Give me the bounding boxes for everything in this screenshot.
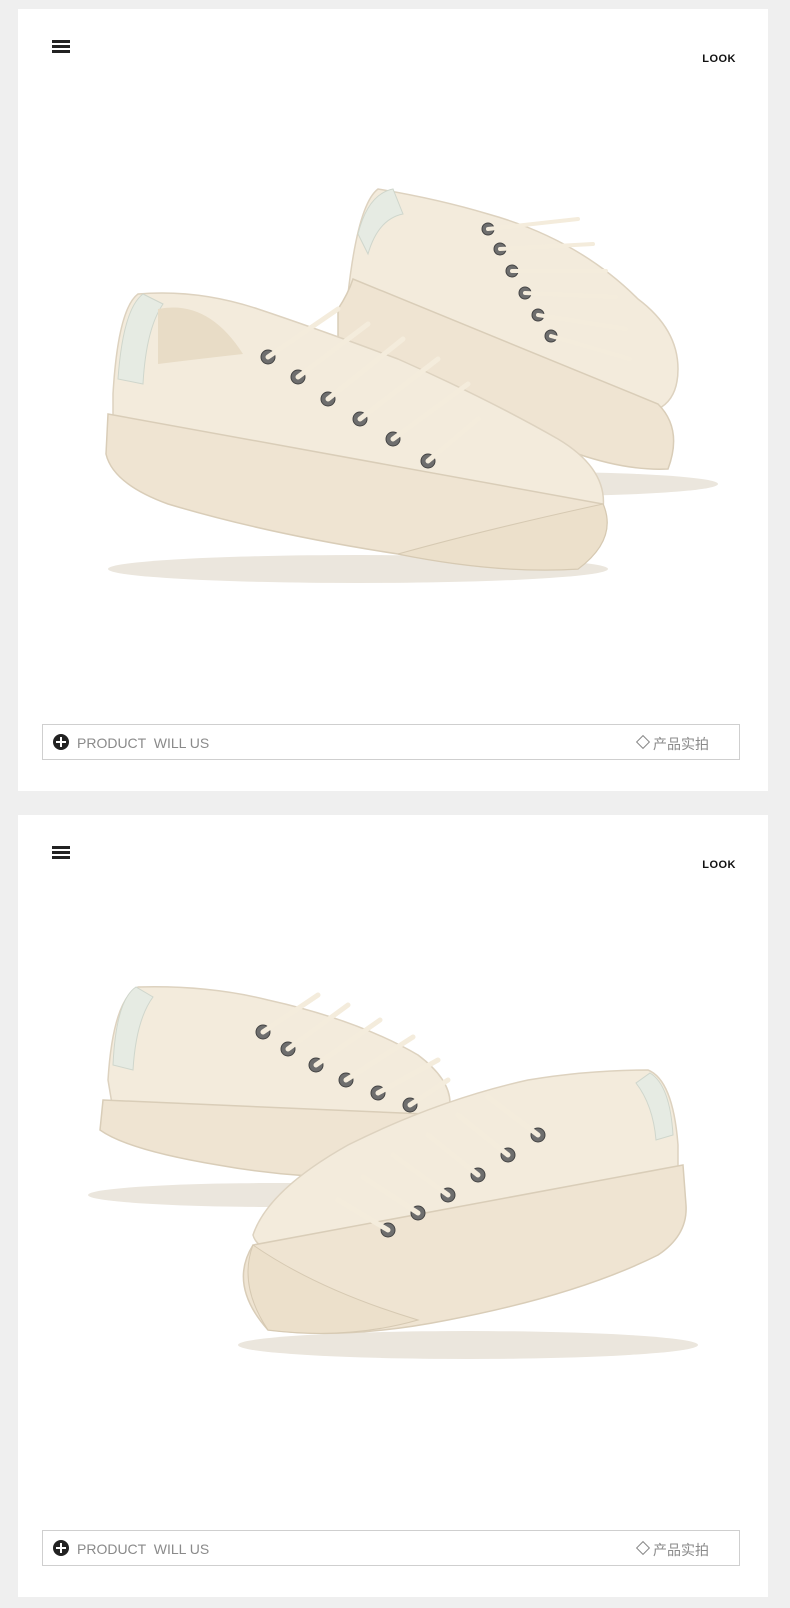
diamond-outline-icon (635, 1540, 651, 1556)
plus-circle-icon[interactable] (53, 1540, 69, 1556)
product-photo (18, 815, 768, 1505)
diamond-outline-icon (635, 734, 651, 750)
plus-circle-icon[interactable] (53, 734, 69, 750)
product-card-1: LOOK PRODUCT WILL US 产品实拍 (18, 9, 768, 791)
product-photo (18, 9, 768, 699)
product-footer-bar: PRODUCT WILL US 产品实拍 (42, 1530, 740, 1566)
product-footer-bar: PRODUCT WILL US 产品实拍 (42, 724, 740, 760)
product-photo-label: 产品实拍 (653, 736, 709, 752)
product-will-us-label: PRODUCT WILL US (77, 1541, 210, 1557)
product-will-us-label: PRODUCT WILL US (77, 735, 210, 751)
product-card-2: LOOK PRODUCT WILL US 产品实拍 (18, 815, 768, 1597)
product-photo-label: 产品实拍 (653, 1542, 709, 1558)
